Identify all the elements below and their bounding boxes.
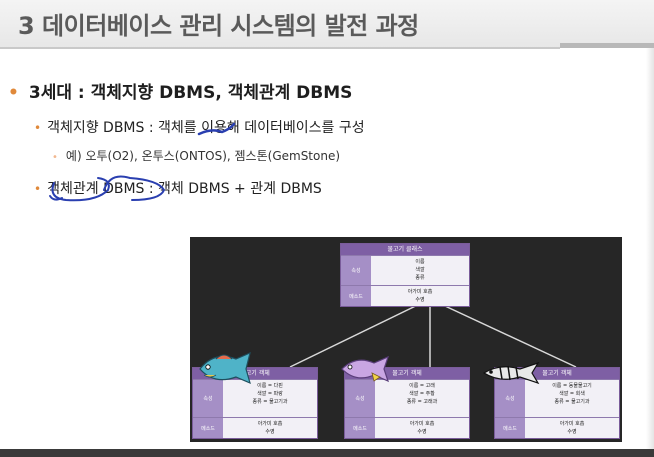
- method: 아가미 호흡: [407, 289, 433, 295]
- attr: 이름: [415, 259, 425, 265]
- slide: 3 데이터베이스 관리 시스템의 발전 과정 • 3세대 : 객체지향 DBMS,…: [0, 0, 654, 457]
- attr-label: 속성: [495, 380, 525, 417]
- attr: 색깔 = 주황: [409, 391, 435, 397]
- bullet-dot-icon: •: [52, 152, 58, 163]
- bullet-dot-icon: •: [8, 83, 19, 103]
- method: 아가미 호흡: [257, 421, 283, 427]
- bullet-emphasis: 객체관계: [47, 181, 99, 197]
- method-list: 아가미 호흡 수영: [223, 418, 317, 438]
- method-label: 메소드: [193, 418, 223, 438]
- attr: 색깔 = 회색: [559, 391, 585, 397]
- bullet-examples: • 예) 오투(O2), 온투스(ONTOS), 젬스톤(GemStone): [52, 147, 340, 164]
- attr: 종류: [415, 275, 425, 281]
- bullet-third-generation: • 3세대 : 객체지향 DBMS, 객체관계 DBMS: [8, 78, 352, 103]
- bullet-text: 예) 오투(O2), 온투스(ONTOS), 젬스톤(GemStone): [65, 149, 341, 163]
- method-list: 아가미 호흡 수영: [375, 418, 469, 438]
- method-label: 메소드: [341, 286, 371, 306]
- attr: 종류 = 물고기과: [252, 399, 288, 405]
- attr-label: 속성: [345, 380, 375, 417]
- title-band: 3 데이터베이스 관리 시스템의 발전 과정: [0, 0, 654, 48]
- class-header: 물고기 클래스: [341, 244, 469, 255]
- method-label: 메소드: [495, 418, 525, 438]
- method: 수영: [567, 429, 577, 435]
- bullet-text: : 객체 DBMS + 관계 DBMS: [144, 181, 322, 197]
- bullet-dot-icon: •: [34, 182, 42, 196]
- fish-class-box: 물고기 클래스 속성 이름 색깔 종류 메소드 아가미 호흡 수영: [340, 243, 470, 307]
- method-label: 메소드: [345, 418, 375, 438]
- attr: 종류 = 물고기과: [554, 399, 590, 405]
- title-underline: [0, 47, 560, 49]
- attr: 종류 = 고래과: [406, 399, 438, 405]
- method: 수영: [417, 429, 427, 435]
- class-object-diagram: 물고기 클래스 속성 이름 색깔 종류 메소드 아가미 호흡 수영 물고기 객체: [190, 237, 622, 442]
- method-list: 아가미 호흡 수영: [525, 418, 619, 438]
- attr: 색깔: [415, 267, 425, 273]
- method-list: 아가미 호흡 수영: [371, 286, 469, 306]
- purple-fish-icon: [341, 355, 389, 383]
- slide-title: 3 데이터베이스 관리 시스템의 발전 과정: [18, 12, 419, 40]
- method: 아가미 호흡: [559, 421, 585, 427]
- method: 아가미 호흡: [409, 421, 435, 427]
- bullet-text: 를 이용해 데이터베이스를 구성: [183, 120, 365, 136]
- blue-fish-icon: [199, 351, 251, 385]
- bullet-dot-icon: •: [34, 121, 42, 135]
- bullet-text: 객체지향 DBMS :: [47, 120, 159, 136]
- method: 수영: [415, 297, 425, 303]
- attr-label: 속성: [341, 256, 371, 285]
- attr-list: 이름 = 동물물고기 색깔 = 회색 종류 = 물고기과: [525, 380, 619, 417]
- bullet-oodbms: • 객체지향 DBMS : 객체를 이용해 데이터베이스를 구성: [34, 117, 365, 137]
- striped-fish-icon: [482, 361, 540, 385]
- attr-list: 이름 = 고래 색깔 = 주황 종류 = 고래과: [375, 380, 469, 417]
- attr-list: 이름 색깔 종류: [371, 256, 469, 285]
- title-underline-accent: [560, 43, 654, 48]
- method: 수영: [265, 429, 275, 435]
- connector-line: [429, 298, 577, 368]
- bottom-bar: [0, 449, 654, 457]
- bullet-text: 3세대 : 객체지향 DBMS, 객체관계 DBMS: [28, 83, 353, 103]
- bullet-emphasis: 객체: [158, 120, 184, 136]
- bullet-emphasis: DBMS: [103, 181, 145, 197]
- attr: 색깔 = 파랑: [257, 391, 283, 397]
- bullet-ordbms: • 객체관계 DBMS : 객체 DBMS + 관계 DBMS: [34, 178, 322, 198]
- attr: 이름 = 고래: [409, 383, 435, 389]
- slide-edge: [646, 48, 654, 449]
